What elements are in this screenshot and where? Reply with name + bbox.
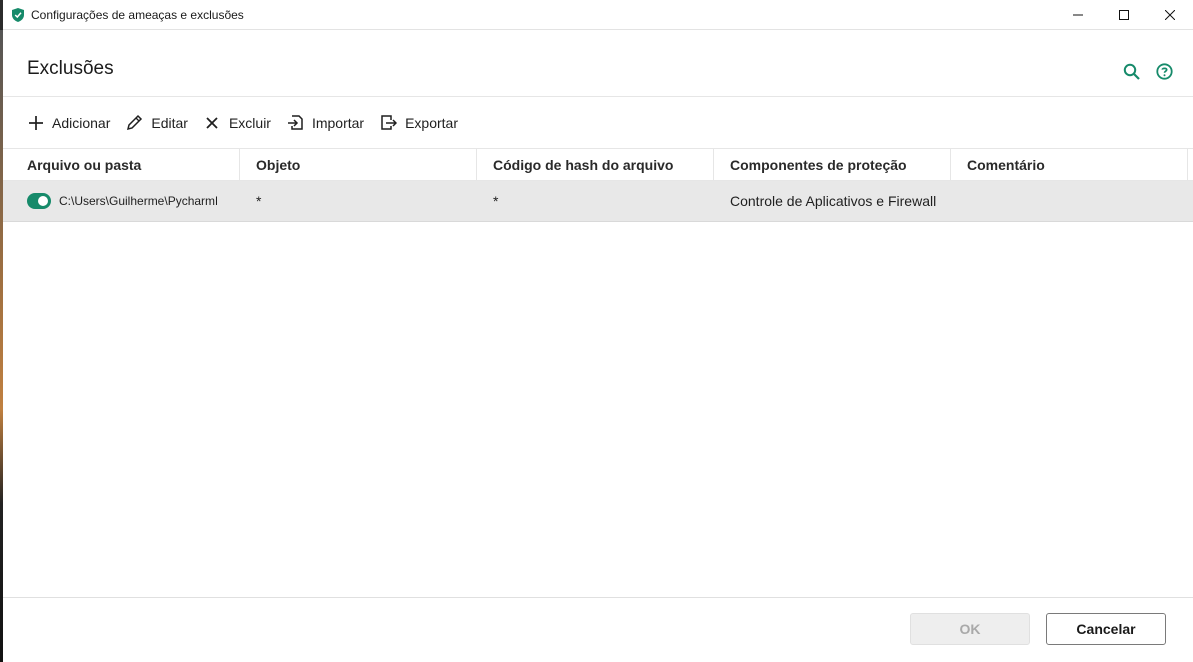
page-title: Exclusões	[27, 58, 114, 79]
delete-label: Excluir	[228, 114, 271, 131]
shield-check-icon	[12, 7, 24, 22]
header-actions	[1123, 63, 1173, 80]
maximize-icon	[1119, 10, 1129, 20]
cell-hash: *	[493, 193, 499, 209]
enable-toggle[interactable]	[27, 193, 51, 209]
export-label: Exportar	[405, 114, 459, 131]
pencil-icon	[126, 114, 143, 131]
table-row[interactable]: C:\Users\Guilherme\PycharmP * * Controle…	[3, 181, 1193, 222]
window-controls	[1055, 0, 1193, 30]
column-header-file-or-folder[interactable]: Arquivo ou pasta	[3, 149, 240, 181]
minimize-icon	[1073, 14, 1083, 16]
toolbar: Adicionar Editar Excluir Importar Export…	[3, 97, 1193, 149]
add-button[interactable]: Adicionar	[27, 114, 110, 131]
minimize-button[interactable]	[1055, 0, 1101, 30]
import-icon	[287, 114, 304, 131]
close-icon	[1165, 10, 1175, 20]
search-icon[interactable]	[1123, 63, 1140, 80]
delete-button[interactable]: Excluir	[204, 114, 271, 131]
dialog-footer: OK Cancelar	[3, 597, 1193, 662]
import-button[interactable]: Importar	[287, 114, 364, 131]
cell-components: Controle de Aplicativos e Firewall	[730, 193, 937, 209]
plus-icon	[27, 114, 44, 131]
page-header: Exclusões	[3, 30, 1193, 97]
path-text: C:\Users\Guilherme\PycharmP	[59, 194, 217, 208]
window-title: Configurações de ameaças e exclusões	[31, 7, 244, 22]
edit-label: Editar	[151, 114, 188, 131]
cell-comment	[951, 181, 1188, 221]
dialog-window: Configurações de ameaças e exclusões Exc…	[3, 0, 1193, 662]
import-label: Importar	[311, 114, 365, 131]
column-header-components[interactable]: Componentes de proteção	[714, 149, 951, 181]
add-label: Adicionar	[52, 114, 111, 131]
cell-object: *	[256, 193, 262, 209]
cell-file-or-folder: C:\Users\Guilherme\PycharmP	[3, 181, 240, 221]
maximize-button[interactable]	[1101, 0, 1147, 30]
table-header: Arquivo ou pasta Objeto Código de hash d…	[3, 149, 1193, 181]
close-button[interactable]	[1147, 0, 1193, 30]
export-icon	[380, 114, 398, 131]
column-header-comment[interactable]: Comentário	[951, 149, 1188, 181]
title-bar: Configurações de ameaças e exclusões	[3, 0, 1193, 30]
exclusions-table: Arquivo ou pasta Objeto Código de hash d…	[3, 149, 1193, 222]
column-header-hash[interactable]: Código de hash do arquivo	[477, 149, 714, 181]
export-button[interactable]: Exportar	[380, 114, 458, 131]
edit-button[interactable]: Editar	[126, 114, 188, 131]
close-x-icon	[204, 114, 221, 131]
help-icon[interactable]	[1156, 63, 1173, 80]
ok-button[interactable]: OK	[910, 613, 1030, 645]
column-header-object[interactable]: Objeto	[240, 149, 477, 181]
cancel-button[interactable]: Cancelar	[1046, 613, 1166, 645]
